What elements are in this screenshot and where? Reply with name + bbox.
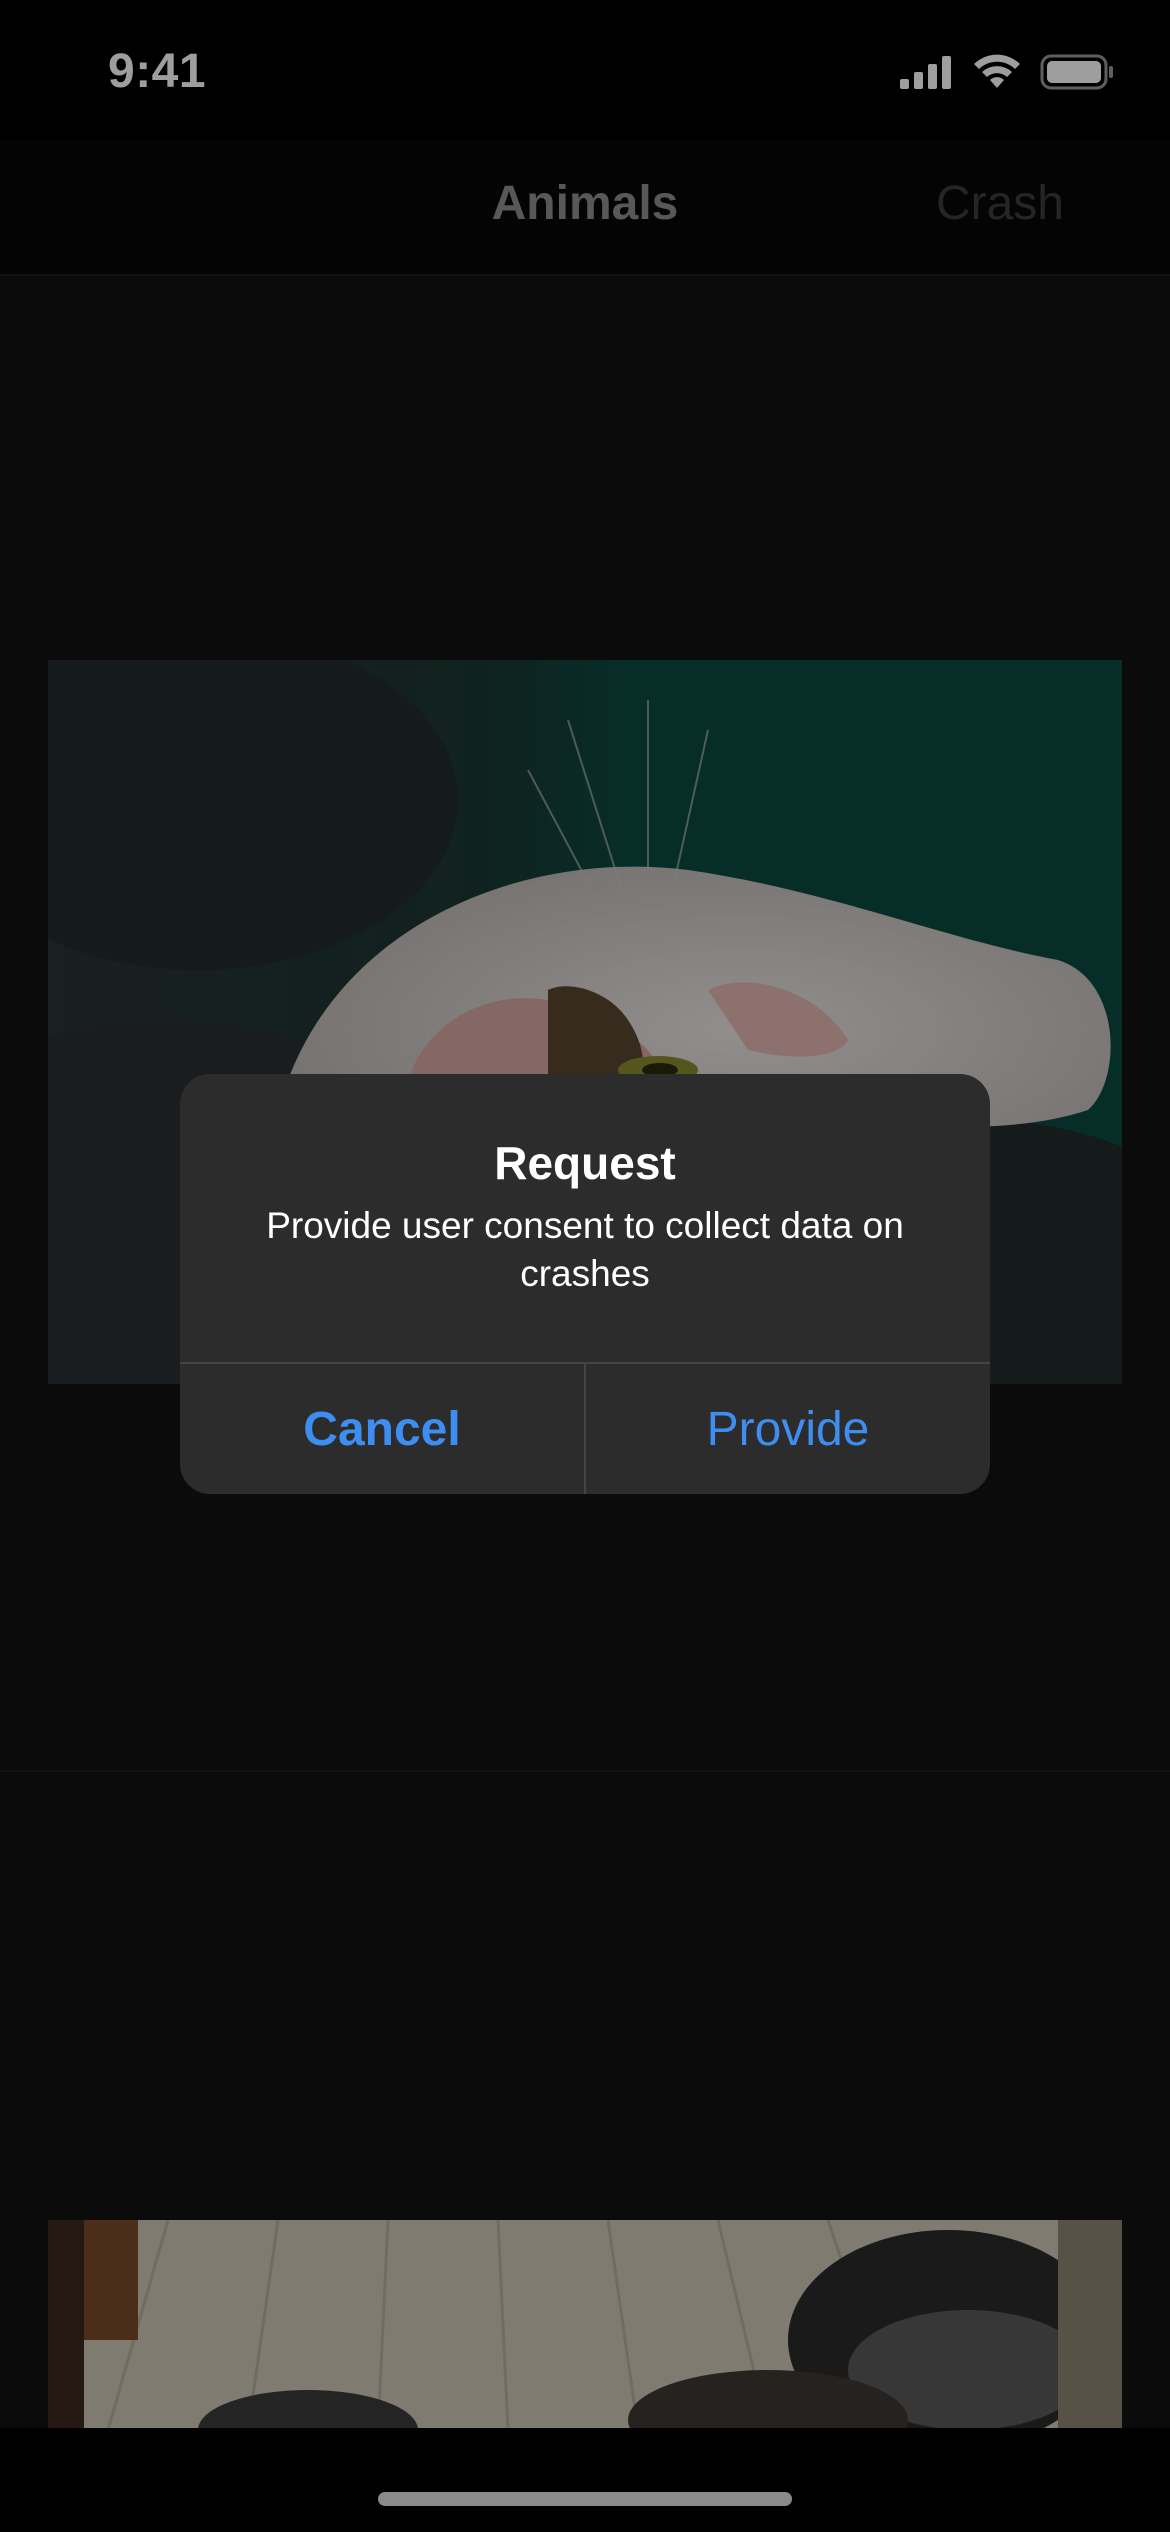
- alert-title: Request: [494, 1137, 676, 1189]
- consent-alert: Request Provide user consent to collect …: [180, 1074, 990, 1494]
- alert-message: Provide user consent to collect data on …: [266, 1205, 904, 1294]
- provide-button[interactable]: Provide: [586, 1364, 990, 1494]
- cancel-button[interactable]: Cancel: [180, 1364, 584, 1494]
- home-indicator[interactable]: [378, 2492, 792, 2506]
